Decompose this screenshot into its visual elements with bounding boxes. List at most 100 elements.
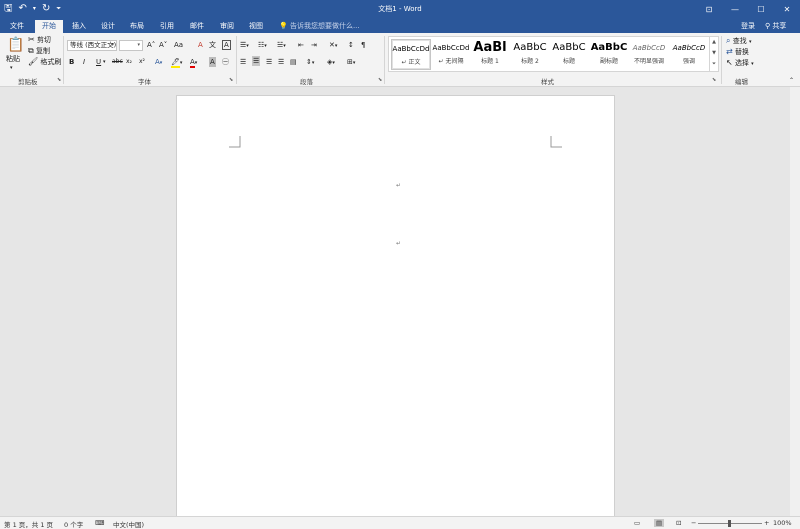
zoom-in-button[interactable]: + xyxy=(764,519,769,527)
decrease-indent-button[interactable]: ⇤ xyxy=(298,40,304,50)
increase-indent-button[interactable]: ⇥ xyxy=(311,40,317,50)
style-heading-1[interactable]: AaBl 标题 1 xyxy=(470,39,510,70)
paste-icon[interactable]: 📋 xyxy=(7,36,24,54)
style-title[interactable]: AaBbC 标题 xyxy=(549,39,589,70)
superscript-button[interactable]: x² xyxy=(139,57,145,67)
zoom-level[interactable]: 100% xyxy=(773,519,792,527)
paragraph-group-label: 段落 xyxy=(300,78,313,86)
phonetic-guide-button[interactable]: 文 xyxy=(209,40,216,50)
format-painter-button[interactable]: 🖌 格式刷 xyxy=(28,57,61,67)
numbering-button[interactable]: ☷▾ xyxy=(258,40,267,51)
tab-layout[interactable]: 布局 xyxy=(124,20,150,33)
paste-button[interactable]: 粘贴 xyxy=(6,54,20,64)
sign-in-link[interactable]: 登录 xyxy=(741,21,755,31)
line-spacing-button[interactable]: ⇕▾ xyxy=(306,57,314,68)
tab-view[interactable]: 视图 xyxy=(243,20,269,33)
cut-button[interactable]: ✂ 剪切 xyxy=(28,35,51,45)
tell-me-box[interactable]: 💡 告诉我您想要做什么... xyxy=(279,21,360,31)
borders-button[interactable]: ⊞▾ xyxy=(347,57,355,68)
tab-mailings[interactable]: 邮件 xyxy=(184,20,210,33)
underline-button[interactable]: U xyxy=(96,57,101,67)
select-button[interactable]: ↖ 选择 ▾ xyxy=(726,58,754,69)
zoom-out-button[interactable]: − xyxy=(691,519,696,527)
chevron-up-icon[interactable]: ▲ xyxy=(710,37,718,48)
paragraph-launcher-icon[interactable]: ⬊ xyxy=(378,77,382,83)
print-layout-icon[interactable]: ▤ xyxy=(654,519,665,527)
minimize-button[interactable]: — xyxy=(722,0,748,19)
subscript-button[interactable]: x₂ xyxy=(126,57,132,67)
proofing-icon[interactable]: ⌨ xyxy=(95,519,104,527)
align-left-button[interactable]: ☰ xyxy=(240,57,246,67)
enclose-characters-button[interactable]: ㊀ xyxy=(222,57,229,67)
crop-mark-top-right xyxy=(550,136,562,148)
tab-insert[interactable]: 插入 xyxy=(66,20,92,33)
word-count[interactable]: 0 个字 xyxy=(64,519,83,529)
styles-scroll[interactable]: ▲ ▼ ⏷ xyxy=(709,37,718,71)
window-controls: ⊡ — ☐ ✕ xyxy=(696,0,800,19)
strikethrough-button[interactable]: abc xyxy=(112,57,123,67)
clear-formatting-button[interactable]: A xyxy=(198,40,203,50)
ribbon-display-options-button[interactable]: ⊡ xyxy=(696,0,722,19)
find-button[interactable]: ⌕ 查找 ▾ xyxy=(726,36,751,47)
share-button[interactable]: ⚲ 共享 xyxy=(765,21,786,31)
multilevel-list-button[interactable]: ☱▾ xyxy=(277,40,286,51)
italic-button[interactable]: I xyxy=(83,57,85,67)
font-color-button[interactable]: A▾ xyxy=(190,57,197,68)
tab-references[interactable]: 引用 xyxy=(154,20,180,33)
align-center-button[interactable]: ☰ xyxy=(252,56,261,66)
character-shading-button[interactable]: A xyxy=(209,57,216,67)
web-layout-icon[interactable]: ⊡ xyxy=(676,519,681,527)
tab-review[interactable]: 审阅 xyxy=(214,20,240,33)
chinese-layout-button[interactable]: ✕▾ xyxy=(329,40,337,51)
paste-dropdown-icon[interactable]: ▾ xyxy=(10,63,13,73)
replace-icon: ⇄ xyxy=(726,47,733,56)
chevron-down-icon[interactable]: ▾ xyxy=(103,57,106,67)
grow-font-button[interactable]: A˄ xyxy=(147,40,155,50)
scissors-icon: ✂ xyxy=(28,35,35,44)
font-launcher-icon[interactable]: ⬊ xyxy=(229,77,233,83)
style-subtle-emphasis[interactable]: AaBbCcD 不明显强调 xyxy=(629,39,669,70)
justify-button[interactable]: ☰ xyxy=(278,57,284,67)
font-size-combo[interactable]: ▾ xyxy=(119,40,143,51)
tab-file[interactable]: 文件 xyxy=(4,20,30,33)
character-border-button[interactable]: A xyxy=(222,40,231,50)
style-emphasis[interactable]: AaBbCcD 强调 xyxy=(669,39,709,70)
search-icon: ⌕ xyxy=(726,36,731,45)
tab-home[interactable]: 开始 xyxy=(35,20,63,33)
clipboard-launcher-icon[interactable]: ⬊ xyxy=(57,77,61,83)
shading-button[interactable]: ◈▾ xyxy=(327,57,335,68)
change-case-button[interactable]: Aa xyxy=(174,40,183,50)
share-label: 共享 xyxy=(772,22,787,30)
style-subtitle[interactable]: AaBbC 副标题 xyxy=(589,39,629,70)
highlight-button[interactable]: 🖊▾ xyxy=(171,57,182,68)
person-icon: ⚲ xyxy=(765,22,771,30)
more-styles-icon[interactable]: ⏷ xyxy=(710,59,718,70)
vertical-scrollbar[interactable] xyxy=(790,87,800,516)
show-marks-button[interactable]: ¶ xyxy=(361,40,365,50)
document-page[interactable]: ↵ ↵ xyxy=(176,95,615,525)
maximize-button[interactable]: ☐ xyxy=(748,0,774,19)
chevron-down-icon: ▾ xyxy=(137,42,140,48)
read-mode-icon[interactable]: ▭ xyxy=(634,519,640,527)
chevron-down-icon[interactable]: ▼ xyxy=(710,48,718,59)
collapse-ribbon-icon[interactable]: ⌃ xyxy=(789,76,794,86)
style-no-spacing[interactable]: AaBbCcDd ↵ 无间隔 xyxy=(431,39,471,70)
zoom-slider-thumb[interactable] xyxy=(728,520,731,527)
distributed-button[interactable]: ▤ xyxy=(290,57,297,67)
bullets-button[interactable]: ☰▾ xyxy=(240,40,249,51)
replace-button[interactable]: ⇄ 替换 xyxy=(726,47,749,57)
copy-button[interactable]: ⧉ 复制 xyxy=(28,46,50,56)
font-name-combo[interactable]: 等线 (西文正文) ▾ xyxy=(67,40,117,51)
align-right-button[interactable]: ☰ xyxy=(266,57,272,67)
tab-design[interactable]: 设计 xyxy=(95,20,121,33)
style-normal[interactable]: AaBbCcDd ↵ 正文 xyxy=(391,39,431,70)
bold-button[interactable]: B xyxy=(69,57,74,67)
sort-button[interactable]: ↕ xyxy=(348,40,354,50)
shrink-font-button[interactable]: A˅ xyxy=(159,40,167,50)
language-indicator[interactable]: 中文(中国) xyxy=(113,519,144,529)
page-count[interactable]: 第 1 页，共 1 页 xyxy=(4,519,53,529)
styles-launcher-icon[interactable]: ⬊ xyxy=(712,77,716,83)
text-effects-button[interactable]: A▾ xyxy=(155,57,162,68)
close-button[interactable]: ✕ xyxy=(774,0,800,19)
style-heading-2[interactable]: AaBbC 标题 2 xyxy=(510,39,550,70)
